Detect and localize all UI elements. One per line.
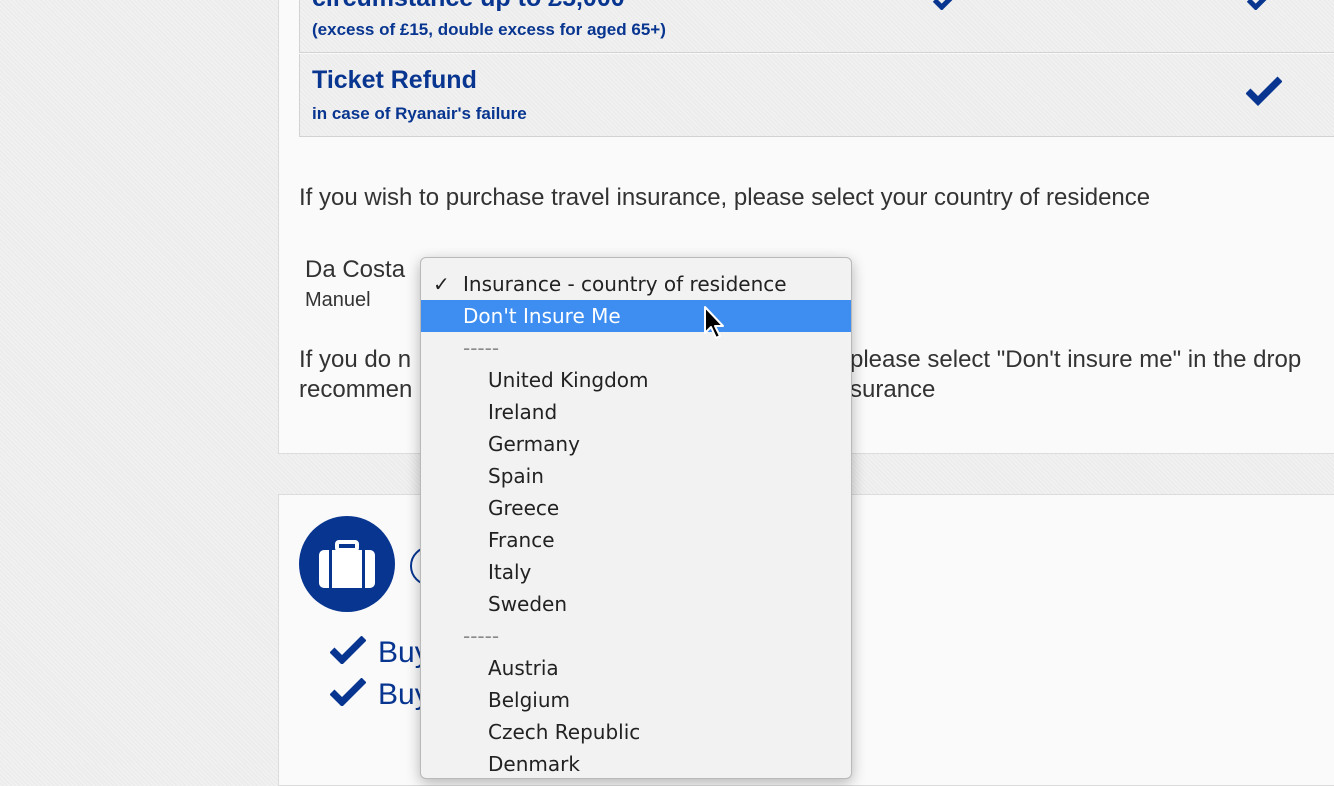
dropdown-option-country[interactable]: Germany [421, 428, 851, 460]
dropdown-option-country[interactable]: Belgium [421, 684, 851, 716]
dropdown-option-country[interactable]: Ireland [421, 396, 851, 428]
dropdown-separator: ----- [463, 624, 500, 648]
benefit-subtitle: (excess of £15, double excess for aged 6… [312, 20, 666, 39]
info-text-line2-right: surance [850, 376, 936, 403]
benefit-title: Ticket Refund [312, 66, 477, 94]
info-text-line1-right: please select "Don't insure me" in the d… [850, 346, 1302, 373]
check-icon [930, 0, 962, 10]
check-icon [1244, 0, 1276, 10]
benefit-subtitle: in case of Ryanair's failure [312, 104, 527, 123]
dropdown-option-country[interactable]: Greece [421, 492, 851, 524]
check-icon [330, 678, 366, 706]
bag-section-badge [299, 516, 395, 612]
benefit-row-ticket-refund: Ticket Refund in case of Ryanair's failu… [299, 54, 1334, 137]
info-text-line2-left: recommen [299, 376, 413, 403]
dropdown-option-country[interactable]: Sweden [421, 588, 851, 620]
suitcase-icon [319, 540, 375, 588]
passenger-first-name: Manuel [305, 289, 371, 311]
benefit-row-excess: circumstance up to £5,000 (excess of £15… [299, 0, 1334, 53]
dropdown-option-header[interactable]: ✓ Insurance - country of residence [421, 268, 851, 300]
dropdown-option-country[interactable]: United Kingdom [421, 364, 851, 396]
insurance-select-prompt: If you wish to purchase travel insurance… [299, 184, 1151, 211]
checkmark-icon: ✓ [433, 272, 450, 296]
dropdown-option-country[interactable]: Spain [421, 460, 851, 492]
benefit-title: circumstance up to £5,000 [312, 0, 625, 13]
country-of-residence-dropdown[interactable]: ✓ Insurance - country of residence Don't… [420, 257, 852, 779]
info-text-line1-left: If you do n [299, 346, 412, 373]
check-icon [330, 636, 366, 664]
dropdown-option-country[interactable]: Austria [421, 652, 851, 684]
dropdown-separator: ----- [463, 336, 500, 360]
check-icon [1246, 76, 1282, 106]
dropdown-option-country[interactable]: France [421, 524, 851, 556]
dropdown-option-dont-insure[interactable]: Don't Insure Me [421, 300, 851, 332]
dropdown-option-country[interactable]: Czech Republic [421, 716, 851, 748]
dropdown-option-country[interactable]: Italy [421, 556, 851, 588]
passenger-last-name: Da Costa [305, 256, 406, 283]
mouse-pointer-icon [703, 305, 727, 346]
